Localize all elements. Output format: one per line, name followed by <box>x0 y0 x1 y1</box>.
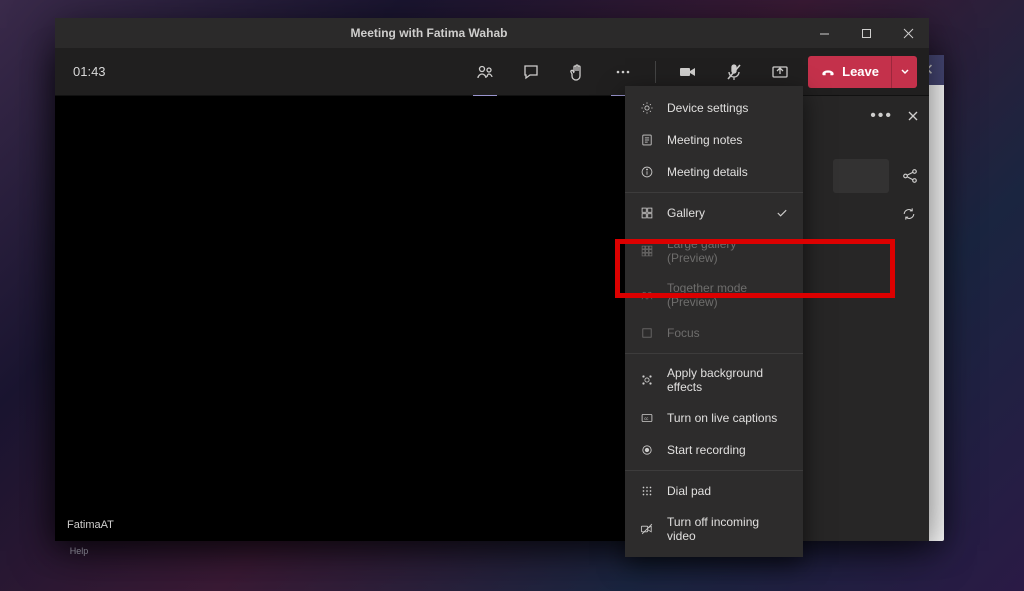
participant-name: FatimaAT <box>67 519 114 531</box>
menu-label: Start recording <box>667 443 746 457</box>
menu-background-effects[interactable]: Apply background effects <box>625 358 803 402</box>
video-stage: FatimaAT <box>55 96 679 541</box>
hangup-icon <box>820 64 836 80</box>
focus-icon <box>639 325 655 341</box>
divider <box>655 61 656 83</box>
panel-share-icon[interactable] <box>901 167 919 185</box>
menu-live-captions[interactable]: cc Turn on live captions <box>625 402 803 434</box>
menu-gallery[interactable]: Gallery <box>625 197 803 229</box>
menu-label: Device settings <box>667 101 748 115</box>
more-actions-menu: Device settings Meeting notes Meeting de… <box>625 86 803 557</box>
sync-icon[interactable] <box>901 206 917 222</box>
menu-label: Together mode (Preview) <box>667 281 789 309</box>
menu-large-gallery: Large gallery (Preview) <box>625 229 803 273</box>
minimize-button[interactable] <box>803 18 845 48</box>
rail-label: Help <box>70 546 89 556</box>
close-button[interactable] <box>887 18 929 48</box>
menu-separator <box>625 192 803 193</box>
leave-chevron[interactable] <box>891 56 917 88</box>
menu-label: Large gallery (Preview) <box>667 237 789 265</box>
video-off-icon <box>639 521 655 537</box>
gear-icon <box>639 100 655 116</box>
menu-label: Meeting notes <box>667 133 742 147</box>
titlebar: Meeting with Fatima Wahab <box>55 18 929 48</box>
chat-button[interactable] <box>513 54 549 90</box>
menu-dial-pad[interactable]: Dial pad <box>625 475 803 507</box>
menu-label: Gallery <box>667 206 705 220</box>
leave-button[interactable]: Leave <box>808 56 917 88</box>
large-gallery-icon <box>639 243 655 259</box>
menu-start-recording[interactable]: Start recording <box>625 434 803 466</box>
participants-button[interactable] <box>467 54 503 90</box>
menu-label: Focus <box>667 326 700 340</box>
menu-separator <box>625 470 803 471</box>
maximize-button[interactable] <box>845 18 887 48</box>
dialpad-icon <box>639 483 655 499</box>
captions-icon: cc <box>639 410 655 426</box>
effects-icon <box>639 372 655 388</box>
menu-label: Turn on live captions <box>667 411 777 425</box>
menu-focus: Focus <box>625 317 803 349</box>
share-button[interactable] <box>762 54 798 90</box>
svg-text:cc: cc <box>644 416 648 421</box>
camera-button[interactable] <box>670 54 706 90</box>
panel-more-button[interactable]: ••• <box>870 107 893 125</box>
window-title: Meeting with Fatima Wahab <box>55 26 803 40</box>
check-icon <box>775 206 789 220</box>
call-timer: 01:43 <box>73 64 106 79</box>
menu-separator <box>625 353 803 354</box>
menu-label: Dial pad <box>667 484 711 498</box>
mic-button[interactable] <box>716 54 752 90</box>
menu-meeting-details[interactable]: Meeting details <box>625 156 803 188</box>
menu-device-settings[interactable]: Device settings <box>625 92 803 124</box>
menu-label: Meeting details <box>667 165 748 179</box>
gallery-icon <box>639 205 655 221</box>
leave-label: Leave <box>842 64 879 79</box>
record-icon <box>639 442 655 458</box>
together-icon <box>639 287 655 303</box>
raise-hand-button[interactable] <box>559 54 595 90</box>
panel-close-button[interactable] <box>907 110 919 122</box>
info-icon <box>639 164 655 180</box>
muted-participant-box[interactable] <box>833 159 889 193</box>
menu-meeting-notes[interactable]: Meeting notes <box>625 124 803 156</box>
more-actions-button[interactable] <box>605 54 641 90</box>
menu-turn-off-incoming-video[interactable]: Turn off incoming video <box>625 507 803 551</box>
menu-label: Turn off incoming video <box>667 515 789 543</box>
menu-label: Apply background effects <box>667 366 789 394</box>
notes-icon <box>639 132 655 148</box>
menu-together-mode: Together mode (Preview) <box>625 273 803 317</box>
